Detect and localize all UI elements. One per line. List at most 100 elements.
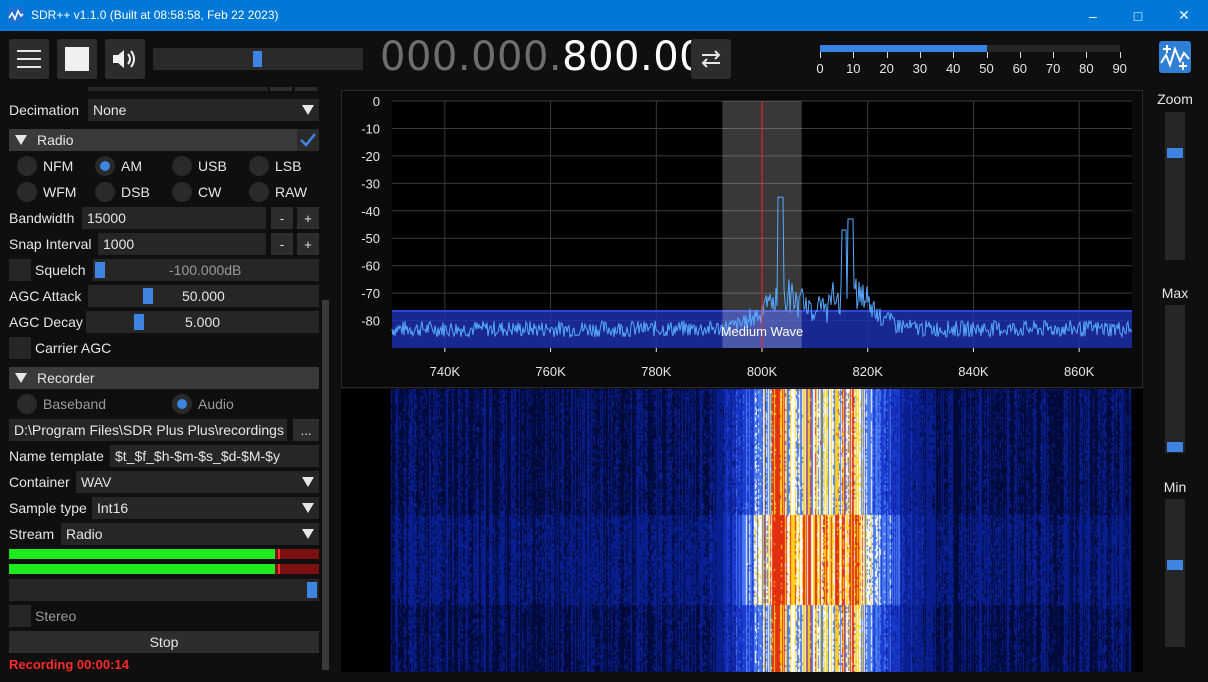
snr-meter-fill (820, 45, 987, 52)
carrier-agc-checkbox[interactable] (9, 337, 31, 359)
y-tick-label: -70 (361, 286, 380, 301)
spectrum-view[interactable]: 0 -10 -20 -30 -40 -50 -60 -70 -80 740K 760K 780K 800… (341, 90, 1143, 388)
stream-select[interactable]: Radio (61, 523, 319, 545)
decimation-label: Decimation (9, 102, 80, 118)
browse-button[interactable]: ... (293, 419, 319, 441)
zoom-slider[interactable] (1165, 112, 1185, 260)
zoom-slider-grab[interactable] (1167, 148, 1183, 158)
snr-tick (886, 52, 888, 58)
squelch-checkbox[interactable] (9, 259, 31, 281)
snap-decrement-button[interactable]: - (271, 233, 293, 255)
recorder-header-label: Recorder (37, 370, 95, 386)
zoom-label: Zoom (1157, 91, 1193, 107)
squelch-slider-grab[interactable] (95, 262, 105, 278)
snap-increment-button[interactable]: + (297, 233, 319, 255)
stereo-checkbox[interactable] (9, 605, 31, 627)
bandwidth-input[interactable]: 15000 (82, 207, 266, 229)
squelch-slider[interactable]: -100.000dB (93, 259, 319, 281)
agc-decay-value: 5.000 (185, 314, 221, 330)
volume-slider[interactable] (153, 48, 363, 70)
radio-enable-checkbox[interactable] (297, 129, 319, 151)
maximize-button[interactable]: □ (1115, 0, 1161, 31)
y-tick-label: -20 (361, 149, 380, 164)
snr-tick-label: 80 (1079, 61, 1094, 76)
spectrum-plot[interactable]: 0 -10 -20 -30 -40 -50 -60 -70 -80 740K 760K 780K 800… (342, 91, 1144, 389)
snr-tick-label: 0 (816, 61, 824, 76)
sample-type-select[interactable]: Int16 (92, 497, 319, 519)
close-button[interactable]: ✕ (1161, 0, 1207, 31)
audio-label: Audio (198, 396, 234, 412)
carrier-agc-label: Carrier AGC (35, 340, 112, 356)
name-template-label: Name template (9, 448, 104, 464)
x-tick-label: 820K (853, 364, 884, 379)
chevron-down-icon (302, 503, 314, 513)
snr-tick-label: 20 (879, 61, 894, 76)
mode-radio-am[interactable] (95, 156, 115, 176)
menu-button[interactable] (9, 39, 49, 79)
min-slider[interactable] (1165, 499, 1185, 647)
recorder-volume-slider[interactable] (9, 579, 319, 601)
mode-label-dsb: DSB (121, 184, 150, 200)
audio-radio[interactable] (172, 394, 192, 414)
max-slider[interactable] (1165, 305, 1185, 453)
mode-radio-raw[interactable] (249, 182, 269, 202)
recorder-section-header[interactable]: Recorder (9, 367, 319, 389)
bandwidth-decrement-button[interactable]: - (271, 207, 293, 229)
mode-radio-usb[interactable] (172, 156, 192, 176)
mode-label-usb: USB (198, 158, 227, 174)
sidebar: Decimation None Radio Bandwidth 15000 - … (0, 87, 330, 682)
waterfall-view[interactable] (341, 389, 1143, 672)
snap-interval-input[interactable]: 1000 (98, 233, 266, 255)
chevron-down-icon (302, 529, 314, 539)
sdrpp-logo-icon[interactable] (1159, 41, 1191, 73)
agc-attack-slider-grab[interactable] (143, 288, 153, 304)
decimation-select[interactable]: None (88, 99, 319, 121)
snr-tick-label: 30 (912, 61, 928, 76)
frequency-dim-digits[interactable]: 000.000. (380, 34, 562, 80)
minimize-button[interactable]: – (1070, 0, 1116, 31)
snr-tick-label: 40 (945, 61, 961, 76)
name-template-input[interactable]: $t_$f_$h-$m-$s_$d-$M-$y (110, 445, 319, 467)
tuning-mode-button[interactable] (691, 39, 731, 79)
window-title: SDR++ v1.1.0 (Built at 08:58:58, Feb 22 … (31, 8, 279, 22)
stop-recording-button[interactable]: Stop (9, 631, 319, 653)
bandwidth-label: Bandwidth (9, 210, 75, 226)
agc-decay-slider[interactable]: 5.000 (86, 311, 319, 333)
hamburger-icon (17, 50, 41, 68)
frequency-display[interactable]: 000.000.800.000 (380, 34, 731, 80)
snr-tick-label: 70 (1045, 61, 1061, 76)
recording-path-input[interactable]: D:\Program Files\SDR Plus Plus\recording… (9, 419, 287, 441)
mode-label-raw: RAW (275, 184, 308, 200)
mode-label-nfm: NFM (43, 158, 74, 174)
clipped-row-button (270, 87, 292, 91)
container-select[interactable]: WAV (76, 471, 319, 493)
baseband-radio[interactable] (17, 394, 37, 414)
agc-decay-slider-grab[interactable] (134, 314, 144, 330)
stop-playback-button[interactable] (57, 39, 97, 79)
sidebar-scrollbar[interactable] (322, 300, 329, 670)
mode-radio-wfm[interactable] (17, 182, 37, 202)
x-tick-label: 800K (747, 364, 778, 379)
max-slider-grab[interactable] (1167, 442, 1183, 452)
mode-radio-nfm[interactable] (17, 156, 37, 176)
recorder-volume-grab[interactable] (307, 582, 317, 598)
mode-radio-cw[interactable] (172, 182, 192, 202)
collapse-triangle-icon (15, 373, 27, 383)
y-tick-label: -80 (361, 314, 380, 329)
mode-radio-lsb[interactable] (249, 156, 269, 176)
snr-tick (919, 52, 921, 58)
stream-label: Stream (9, 526, 55, 542)
waterfall-canvas[interactable] (341, 389, 1143, 672)
x-tick-label: 860K (1064, 364, 1095, 379)
mute-button[interactable] (105, 39, 145, 79)
min-slider-grab[interactable] (1167, 560, 1183, 570)
mode-radio-dsb[interactable] (95, 182, 115, 202)
volume-slider-grab[interactable] (253, 51, 262, 67)
speaker-icon (113, 50, 135, 68)
bandwidth-increment-button[interactable]: + (297, 207, 319, 229)
recording-status: Recording 00:00:14 (9, 657, 129, 672)
agc-attack-slider[interactable]: 50.000 (88, 285, 319, 307)
clipped-row-button (295, 87, 317, 91)
radio-section-header[interactable]: Radio (9, 129, 297, 151)
snr-meter (820, 45, 1120, 52)
